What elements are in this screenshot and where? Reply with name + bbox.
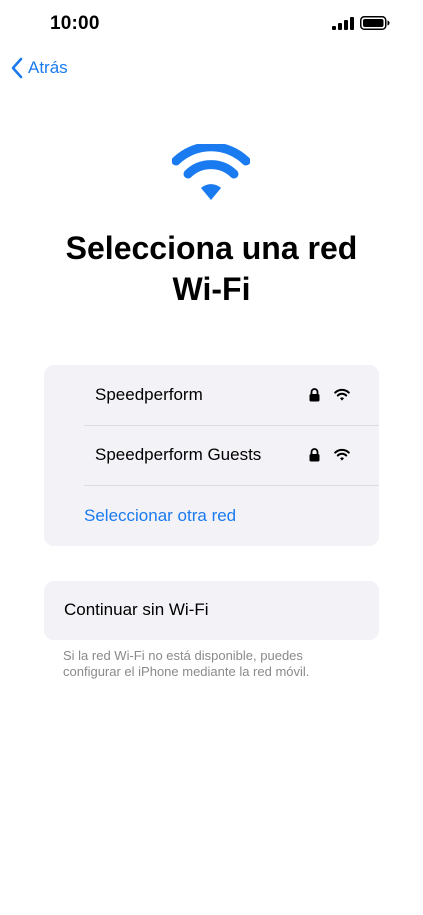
back-button[interactable]: Atrás xyxy=(10,57,68,79)
signal-icon xyxy=(332,16,354,30)
status-icons xyxy=(332,16,390,30)
wifi-icon xyxy=(334,388,350,406)
select-other-network-link[interactable]: Seleccionar otra red xyxy=(84,506,236,526)
network-name: Speedperform Guests xyxy=(95,445,262,464)
battery-icon xyxy=(360,16,390,30)
page-title-line-1: Selecciona una red xyxy=(65,230,358,266)
wifi-icon xyxy=(171,142,251,207)
continue-without-wifi-button[interactable]: Continuar sin Wi-Fi xyxy=(44,581,379,640)
chevron-left-icon xyxy=(10,57,24,79)
lock-icon xyxy=(309,388,320,407)
status-time: 10:00 xyxy=(50,13,100,34)
wifi-icon xyxy=(334,448,350,466)
lock-icon xyxy=(309,448,320,467)
network-list: Speedperform Speedperform Guests Selecci… xyxy=(44,365,379,546)
back-label: Atrás xyxy=(28,58,68,77)
network-row-speedperform[interactable]: Speedperform xyxy=(44,365,379,425)
page-title-line-2: Wi-Fi xyxy=(172,271,251,307)
footnote: Si la red Wi-Fi no está disponible, pued… xyxy=(63,648,310,679)
network-row-speedperform-guests[interactable]: Speedperform Guests xyxy=(44,425,379,485)
continue-without-wifi-label: Continuar sin Wi-Fi xyxy=(64,600,209,619)
wifi-setup-screen: 10:00 Atrás Selecciona una red Wi-Fi Spe… xyxy=(0,0,423,915)
network-name: Speedperform xyxy=(95,385,203,404)
page-title: Selecciona una red Wi-Fi xyxy=(0,228,423,310)
divider xyxy=(84,485,379,486)
